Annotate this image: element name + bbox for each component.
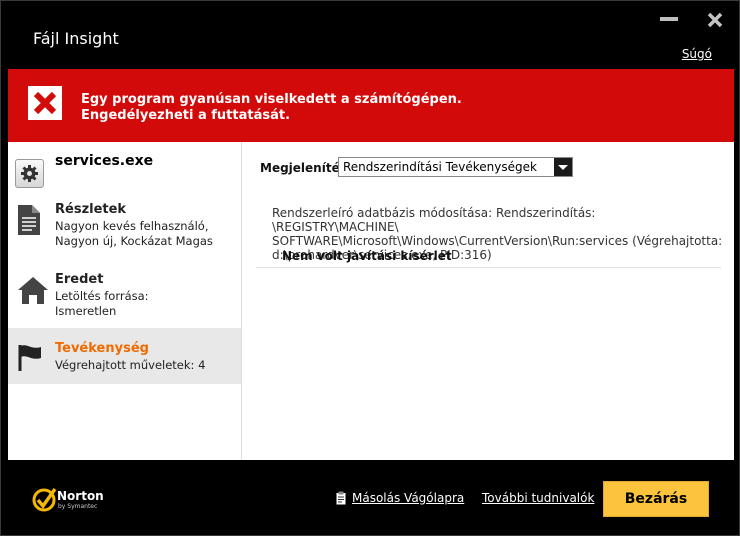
gear-icon — [21, 165, 38, 182]
sidebar-item-label: Eredet — [55, 272, 104, 287]
brand-name: Norton — [57, 489, 104, 503]
alert-message: Egy program gyanúsan viselkedett a számí… — [81, 92, 462, 124]
entry-line-1: Rendszerleíró adatbázis módosítása: Rend… — [272, 206, 596, 234]
window-close-button[interactable] — [707, 12, 723, 28]
close-button[interactable]: Bezárás — [603, 481, 709, 517]
norton-check-icon — [32, 487, 56, 512]
sidebar: services.exe Részletek Nagyon kevés felh… — [8, 142, 242, 460]
copy-to-clipboard-link[interactable]: Másolás Vágólapra — [352, 491, 464, 505]
detail-line-2: Ismeretlen — [55, 304, 117, 318]
chevron-down-icon — [554, 158, 572, 176]
sidebar-item-detail: Nagyon kevés felhasználó, Nagyon új, Koc… — [55, 219, 213, 249]
file-insight-window: Fájl Insight Súgó Egy program gyanúsan v… — [0, 0, 740, 536]
sidebar-item-origin[interactable]: Eredet Letöltés forrása: Ismeretlen — [8, 272, 241, 330]
error-x-icon — [28, 86, 62, 120]
entry-status: Nem volt javítási kísérlet — [282, 249, 452, 263]
flag-icon — [18, 345, 41, 371]
detail-line-1: Letöltés forrása: — [55, 289, 149, 303]
sidebar-item-label: Részletek — [55, 202, 127, 217]
minimize-icon — [660, 17, 678, 21]
view-select-value: Rendszerindítási Tevékenységek — [343, 160, 537, 174]
alert-line-2: Engedélyezheti a futtatását. — [81, 108, 291, 123]
help-link[interactable]: Súgó — [682, 47, 712, 61]
brand-sub: by Symantec — [58, 503, 98, 510]
sidebar-item-activity[interactable]: Tevékenység Végrehajtott műveletek: 4 — [8, 328, 241, 384]
window-title: Fájl Insight — [33, 29, 119, 48]
close-icon — [707, 12, 723, 28]
sidebar-item-label: Tevékenység — [55, 341, 149, 356]
clipboard-icon — [336, 491, 346, 505]
more-info-link[interactable]: További tudnivalók — [482, 491, 594, 505]
alert-banner: Egy program gyanúsan viselkedett a számí… — [8, 69, 734, 142]
entry-line-2: SOFTWARE\Microsoft\Windows\CurrentVersio… — [272, 234, 723, 248]
alert-line-1: Egy program gyanúsan viselkedett a számí… — [81, 92, 462, 107]
file-settings-button[interactable] — [15, 159, 44, 188]
main-panel: Megjelenítés Rendszerindítási Tevékenysé… — [242, 142, 734, 460]
sidebar-item-detail: Letöltés forrása: Ismeretlen — [55, 289, 149, 319]
content-panel: services.exe Részletek Nagyon kevés felh… — [8, 142, 734, 460]
minimize-button[interactable] — [660, 15, 680, 23]
document-icon — [18, 205, 40, 235]
sidebar-item-detail: Végrehajtott műveletek: 4 — [55, 358, 206, 372]
divider — [256, 267, 721, 268]
house-icon — [18, 277, 48, 304]
view-label: Megjelenítés — [260, 161, 347, 175]
norton-logo: Norton by Symantec — [32, 487, 104, 513]
view-select[interactable]: Rendszerindítási Tevékenységek — [338, 157, 573, 177]
file-name: services.exe — [55, 153, 154, 169]
detail-line-2: Nagyon új, Kockázat Magas — [55, 234, 213, 248]
file-header: services.exe — [15, 152, 241, 202]
sidebar-item-details[interactable]: Részletek Nagyon kevés felhasználó, Nagy… — [8, 202, 241, 266]
detail-line-1: Nagyon kevés felhasználó, — [55, 219, 209, 233]
